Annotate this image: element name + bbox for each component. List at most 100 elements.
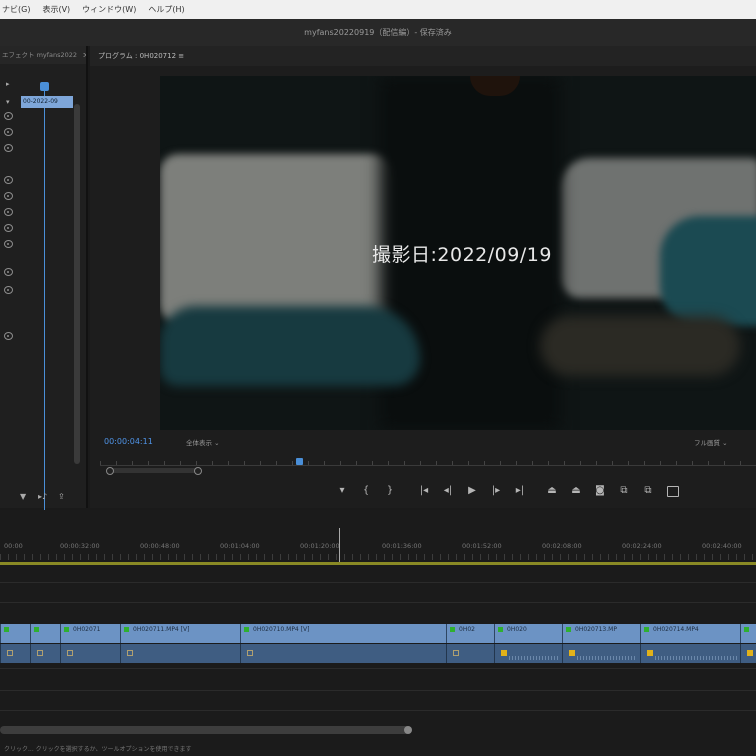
track-divider — [0, 668, 756, 669]
mark-in-icon[interactable]: { — [354, 482, 378, 500]
audio-clip[interactable] — [0, 644, 30, 663]
audio-clip[interactable] — [562, 644, 640, 663]
video-clip[interactable] — [740, 624, 756, 643]
video-clip[interactable]: 0H020711.MP4 [V] — [120, 624, 240, 643]
effect-badge-icon — [450, 627, 455, 632]
go-to-in-icon[interactable]: |◂ — [412, 482, 436, 500]
extract-icon[interactable]: ⏏ — [564, 482, 588, 500]
monitor-zoom-scrollbar[interactable] — [106, 467, 202, 475]
timeline-horizontal-scrollbar[interactable] — [0, 726, 412, 734]
audio-keyframe[interactable] — [453, 650, 459, 656]
video-clip[interactable]: 0H02 — [446, 624, 494, 643]
audio-waveform — [577, 656, 637, 660]
stopwatch-icon[interactable] — [4, 208, 13, 216]
ruler-label: 00:00 — [4, 542, 23, 550]
status-bar: クリック... クリックを選択するか、ツールオプションを使用できます — [4, 746, 192, 753]
menu-item-navigate[interactable]: ナビ(G) — [2, 4, 30, 15]
panel-tab-effect-controls[interactable]: エフェクト myfans2022 ≫ — [0, 46, 86, 64]
playback-resolution-select[interactable]: フル画質 ⌄ — [694, 437, 728, 447]
stopwatch-icon[interactable] — [4, 224, 13, 232]
panel-menu-icon[interactable]: ≫ — [83, 51, 86, 59]
play-audio-icon[interactable]: ▸♪ — [38, 492, 47, 501]
timeline-ruler[interactable]: 00:00 00:00:32:00 00:00:48:00 00:01:04:00 00… — [0, 538, 756, 564]
reset-icon[interactable] — [4, 332, 13, 340]
audio-keyframe[interactable] — [67, 650, 73, 656]
work-area-bar[interactable] — [0, 562, 756, 565]
go-to-out-icon[interactable]: ▸| — [508, 482, 532, 500]
lift-icon[interactable]: ⏏ — [540, 482, 564, 500]
audio-keyframe[interactable] — [37, 650, 43, 656]
menu-item-window[interactable]: ウィンドウ(W) — [82, 4, 136, 15]
filter-icon[interactable]: ▼ — [20, 492, 26, 501]
audio-keyframe[interactable] — [7, 650, 13, 656]
expand-arrow-icon[interactable]: ▸ — [6, 80, 10, 88]
effect-badge-icon — [124, 627, 129, 632]
effect-badge-icon — [644, 627, 649, 632]
ruler-label: 00:00:32:00 — [60, 542, 100, 550]
stopwatch-icon[interactable] — [4, 176, 13, 184]
video-clip[interactable] — [30, 624, 60, 643]
video-clip[interactable] — [0, 624, 30, 643]
scene-hand — [540, 316, 740, 376]
export-icon[interactable]: ⇪ — [58, 492, 65, 501]
video-clip[interactable]: 0H020713.MP — [562, 624, 640, 643]
stopwatch-icon[interactable] — [4, 144, 13, 152]
mark-out-icon[interactable]: } — [378, 482, 402, 500]
timeline-playhead[interactable] — [339, 528, 340, 564]
vr-icon[interactable] — [660, 482, 684, 500]
audio-clip[interactable] — [740, 644, 756, 663]
effect-badge-icon — [244, 627, 249, 632]
audio-clip[interactable] — [30, 644, 60, 663]
ruler-label: 00:00:48:00 — [140, 542, 180, 550]
playhead-timecode[interactable]: 00:00:04:11 — [104, 437, 153, 446]
stopwatch-icon[interactable] — [4, 286, 13, 294]
clip-label: 0H02071 — [73, 626, 101, 633]
monitor-playhead-handle[interactable] — [296, 458, 303, 465]
video-clip[interactable]: 0H020 — [494, 624, 562, 643]
step-forward-icon[interactable]: |▸ — [484, 482, 508, 500]
ruler-label: 00:01:52:00 — [462, 542, 502, 550]
play-icon[interactable]: ▶ — [460, 482, 484, 500]
track-divider — [0, 582, 756, 583]
video-clip[interactable]: 0H020714.MP4 — [640, 624, 740, 643]
step-back-icon[interactable]: ◂| — [436, 482, 460, 500]
effect-badge-icon — [34, 627, 39, 632]
audio-clip[interactable] — [120, 644, 240, 663]
vertical-scrollbar[interactable] — [74, 104, 80, 464]
video-clip[interactable]: 0H020710.MP4 [V] — [240, 624, 446, 643]
audio-clip[interactable] — [446, 644, 494, 663]
audio-clip[interactable] — [240, 644, 446, 663]
video-track-v1: 0H02071 0H020711.MP4 [V] 0H020710.MP4 [V] 0… — [0, 624, 756, 643]
export-frame-icon[interactable]: ◙ — [588, 482, 612, 500]
menu-item-help[interactable]: ヘルプ(H) — [148, 4, 184, 15]
ruler-label: 00:01:20:00 — [300, 542, 340, 550]
add-marker-icon[interactable]: ▾ — [330, 482, 354, 500]
video-clip[interactable]: 0H02071 — [60, 624, 120, 643]
audio-keyframe[interactable] — [647, 650, 653, 656]
button-editor-icon[interactable]: ⧉ — [612, 482, 636, 500]
video-caption-title[interactable]: 撮影日:2022/09/19 — [372, 240, 552, 267]
audio-keyframe[interactable] — [501, 650, 507, 656]
audio-keyframe[interactable] — [127, 650, 133, 656]
audio-clip[interactable] — [640, 644, 740, 663]
scene-blanket-left — [160, 306, 420, 386]
stopwatch-icon[interactable] — [4, 112, 13, 120]
stopwatch-icon[interactable] — [4, 128, 13, 136]
audio-clip[interactable] — [60, 644, 120, 663]
mini-timeline-clip[interactable]: 00-2022-09 — [21, 96, 73, 108]
audio-clip[interactable] — [494, 644, 562, 663]
track-divider — [0, 690, 756, 691]
panel-tab-program[interactable]: プログラム : 0H020712 ≡ — [90, 46, 756, 66]
zoom-level-select[interactable]: 全体表示 ⌄ — [186, 437, 220, 447]
audio-keyframe[interactable] — [569, 650, 575, 656]
compare-icon[interactable]: ⧉ — [636, 482, 660, 500]
audio-keyframe[interactable] — [247, 650, 253, 656]
monitor-time-ruler[interactable] — [100, 454, 756, 466]
expand-arrow-icon[interactable]: ▾ — [6, 98, 10, 106]
audio-keyframe[interactable] — [747, 650, 753, 656]
stopwatch-icon[interactable] — [4, 192, 13, 200]
scene-blanket-right — [660, 216, 756, 326]
stopwatch-icon[interactable] — [4, 268, 13, 276]
menu-item-view[interactable]: 表示(V) — [42, 4, 70, 15]
stopwatch-icon[interactable] — [4, 240, 13, 248]
